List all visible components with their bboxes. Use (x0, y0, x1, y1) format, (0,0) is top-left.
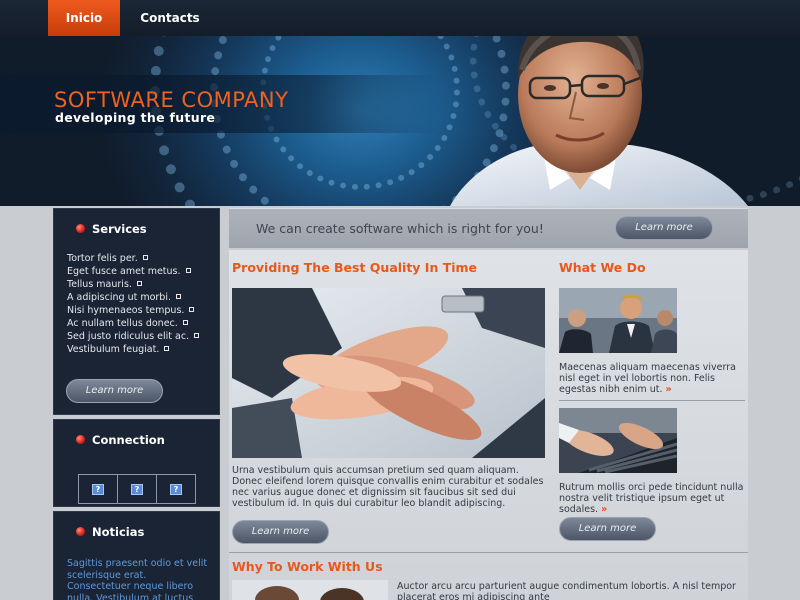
missing-image-icon: ? (170, 483, 182, 495)
connection-icons: ? ? ? (78, 474, 196, 504)
services-item[interactable]: Sed justo ridiculus elit ac. (67, 330, 200, 343)
banner-learn-more-button[interactable]: Learn more (615, 216, 713, 240)
what-we-do-heading: What We Do (559, 260, 646, 275)
services-box: Services Tortor felis per. Eget fusce am… (53, 208, 220, 415)
what-we-do-learn-more-button[interactable]: Learn more (559, 517, 656, 541)
noticias-box: Noticias Sagittis praesent odio et velit… (53, 511, 220, 600)
site-slogan: developing the future (55, 110, 216, 125)
connection-link[interactable]: ? (156, 474, 196, 504)
why-us-photo (232, 580, 388, 600)
services-item[interactable]: Tellus mauris. (67, 278, 199, 291)
red-bullet-icon (76, 224, 85, 233)
what-we-do-text-1: Maecenas aliquam maecenas viverra nisl e… (559, 362, 736, 395)
connection-title: Connection (92, 433, 165, 447)
why-us-heading: Why To Work With Us (232, 559, 383, 574)
promo-banner: We can create software which is right fo… (229, 208, 748, 248)
what-we-do-text-2: Rutrum mollis orci pede tincidunt nulla … (559, 482, 744, 515)
services-item[interactable]: A adipiscing ut morbi. (67, 291, 199, 304)
services-learn-more-button[interactable]: Learn more (66, 379, 163, 403)
divider (229, 552, 748, 553)
site-title: SOFTWARE COMPANY (54, 88, 289, 112)
square-bullet-icon (185, 268, 191, 273)
red-bullet-icon (76, 527, 85, 536)
keyboard-typing-photo (559, 408, 677, 473)
more-arrow-icon[interactable]: » (666, 384, 672, 395)
divider (559, 400, 745, 401)
top-navigation: Inicio Contacts (0, 0, 800, 36)
connection-link[interactable]: ? (117, 474, 157, 504)
teamwork-hands-photo (232, 288, 545, 458)
missing-image-icon: ? (92, 483, 104, 495)
nav-contacts-link[interactable]: Contacts (130, 0, 210, 36)
noticias-title: Noticias (92, 525, 145, 539)
services-item[interactable]: Nisi hymenaeos tempus. (67, 304, 199, 317)
red-bullet-icon (76, 435, 85, 444)
banner-text: We can create software which is right fo… (256, 221, 544, 236)
quality-heading: Providing The Best Quality In Time (232, 260, 478, 275)
noticias-text[interactable]: Sagittis praesent odio et velit sceleris… (67, 558, 212, 600)
nav-home-link[interactable]: Inicio (48, 0, 120, 36)
square-bullet-icon (176, 294, 181, 299)
square-bullet-icon (182, 320, 188, 325)
connection-link[interactable]: ? (78, 474, 118, 504)
quality-learn-more-button[interactable]: Learn more (232, 520, 329, 544)
connection-box: Connection ? ? ? (53, 419, 220, 507)
business-team-photo (559, 288, 677, 353)
header: SOFTWARE COMPANY developing the future I… (0, 0, 800, 206)
services-item[interactable]: Vestibulum feugiat. (67, 343, 199, 356)
services-title: Services (92, 222, 147, 236)
why-us-text: Auctor arcu arcu parturient augue condim… (397, 581, 736, 600)
services-item[interactable]: Eget fusce amet metus. (67, 265, 199, 278)
square-bullet-icon (189, 307, 195, 312)
quality-text: Urna vestibulum quis accumsan pretium se… (232, 465, 544, 509)
more-arrow-icon[interactable]: » (601, 504, 607, 515)
missing-image-icon: ? (131, 483, 143, 495)
square-bullet-icon (164, 346, 170, 351)
square-bullet-icon (142, 255, 148, 260)
services-list: Tortor felis per. Eget fusce amet metus.… (67, 252, 200, 356)
square-bullet-icon (194, 333, 200, 338)
square-bullet-icon (136, 281, 142, 286)
services-item[interactable]: Tortor felis per. (67, 252, 199, 265)
services-item[interactable]: Ac nullam tellus donec. (67, 317, 199, 330)
